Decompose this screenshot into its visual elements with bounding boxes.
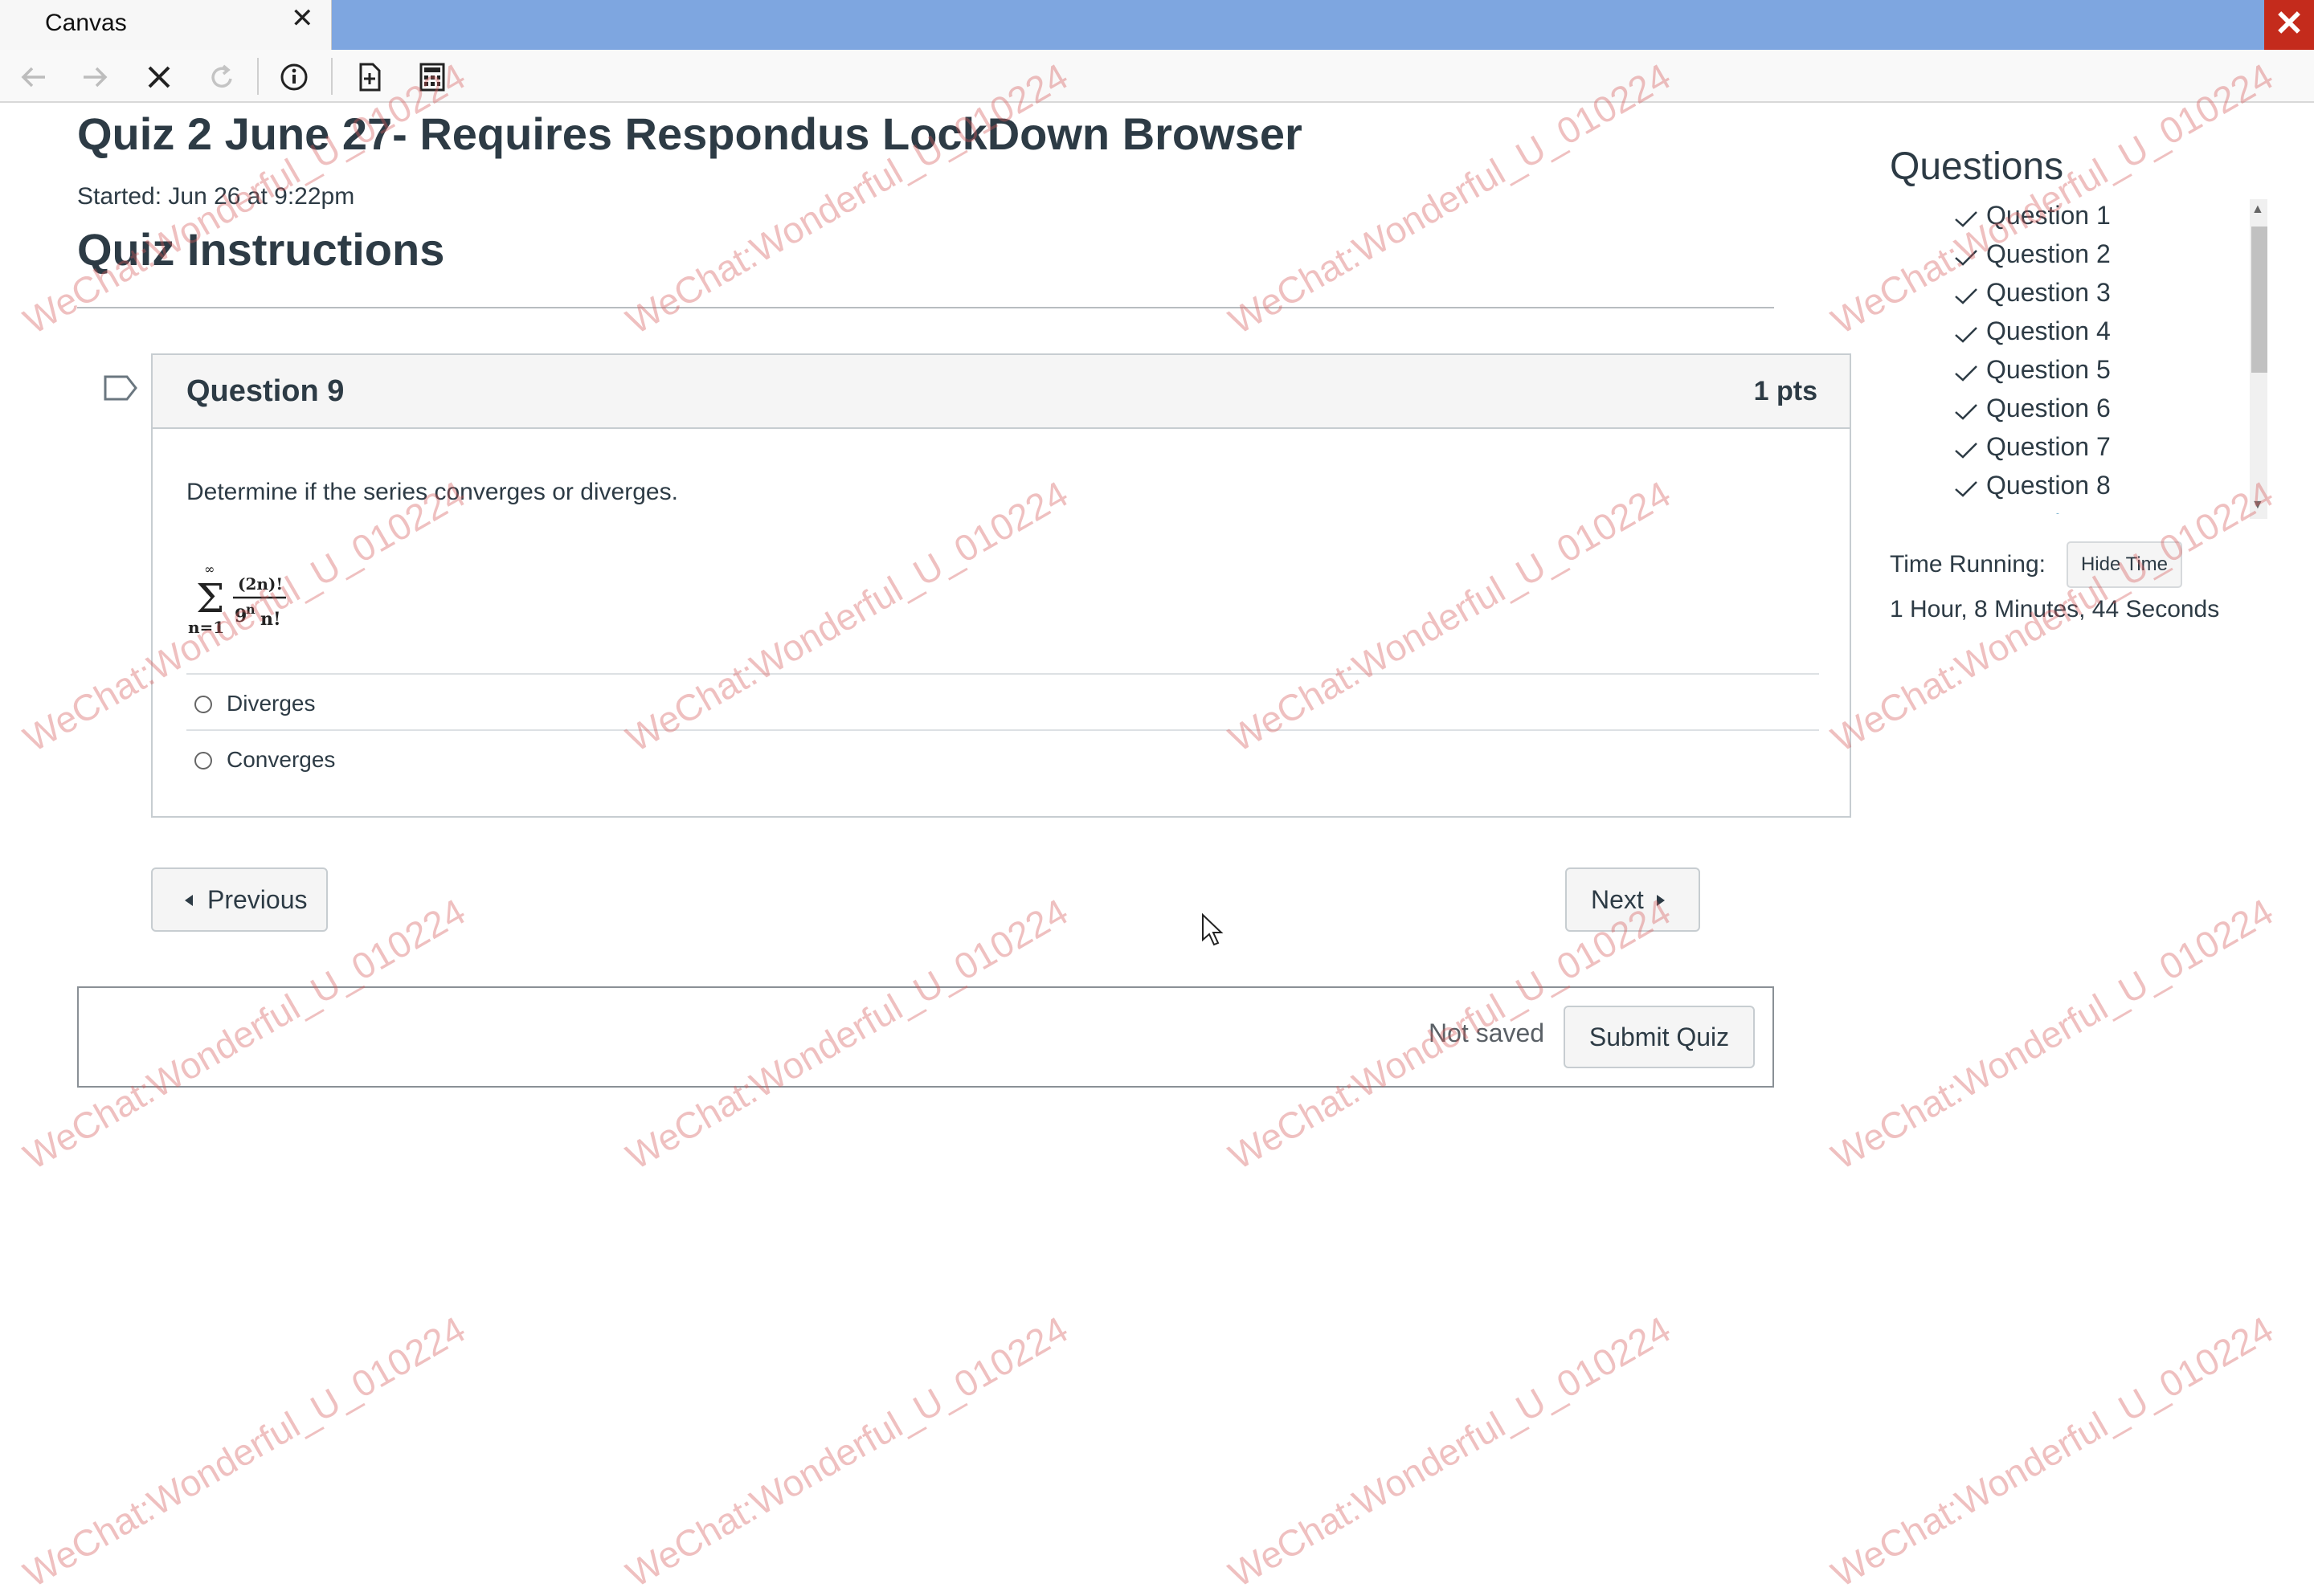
radio-button[interactable] xyxy=(194,752,212,769)
sidebar-question-label: Question 6 xyxy=(1986,394,2111,422)
stop-icon[interactable] xyxy=(141,59,177,95)
formula-denominator-rest: n! xyxy=(260,609,281,630)
flag-question-icon[interactable] xyxy=(103,374,138,406)
info-icon[interactable] xyxy=(276,59,312,95)
watermark-text: WeChat:Wonderful_U_010224 xyxy=(1221,1308,1678,1595)
sidebar-question-label: Question 8 xyxy=(1986,471,2111,500)
watermark-text: WeChat:Wonderful_U_010224 xyxy=(1824,890,2280,1178)
window-close-button[interactable]: ✕ xyxy=(2264,0,2314,50)
quiz-title: Quiz 2 June 27- Requires Respondus LockD… xyxy=(77,108,1302,159)
sidebar-question-label: Question 1 xyxy=(1986,201,2111,230)
question-text: Determine if the series converges or div… xyxy=(186,479,678,505)
next-label: Next xyxy=(1591,885,1644,914)
formula-numerator: (2n)! xyxy=(238,574,283,594)
heading-divider xyxy=(77,307,1774,308)
sidebar-question-link[interactable]: Question 5 xyxy=(1952,353,2242,392)
add-page-icon[interactable] xyxy=(352,59,387,95)
reload-icon[interactable] xyxy=(204,59,239,95)
toolbar-divider xyxy=(257,58,259,95)
question-card: Question 9 1 pts Determine if the series… xyxy=(151,353,1851,818)
formula-denominator-exponent: n xyxy=(246,602,256,617)
answer-label: Converges xyxy=(227,747,336,772)
sidebar-question-link[interactable]: Question 8 xyxy=(1952,469,2242,508)
sidebar-question-label: Question 7 xyxy=(1986,432,2111,461)
checkmark-icon xyxy=(1954,326,1978,344)
window-titlebar xyxy=(0,0,2314,50)
time-running-label: Time Running: xyxy=(1890,551,2046,578)
sidebar-question-label: Question 2 xyxy=(1986,239,2111,268)
sidebar-question-link[interactable]: Question 6 xyxy=(1952,392,2242,431)
forward-arrow-icon[interactable] xyxy=(77,59,112,95)
radio-button[interactable] xyxy=(194,696,212,713)
sidebar-question-link[interactable]: Question 9 xyxy=(1952,508,2242,514)
checkmark-icon xyxy=(1954,365,1978,382)
sidebar-question-link[interactable]: Question 1 xyxy=(1952,199,2242,238)
checkmark-icon xyxy=(1954,210,1978,228)
sidebar-question-link[interactable]: Question 2 xyxy=(1952,238,2242,276)
answer-option-converges[interactable]: Converges xyxy=(186,733,1819,787)
submit-bar: Not saved Submit Quiz xyxy=(77,986,1774,1088)
scroll-down-arrow-icon[interactable]: ▼ xyxy=(2251,498,2264,512)
back-arrow-icon[interactable] xyxy=(16,59,51,95)
sidebar-question-link[interactable]: Question 4 xyxy=(1952,315,2242,353)
sidebar-question-label: Question 5 xyxy=(1986,355,2111,384)
question-header: Question 9 1 pts xyxy=(153,355,1850,429)
quiz-instructions-heading: Quiz Instructions xyxy=(77,224,445,275)
browser-toolbar xyxy=(0,50,2314,103)
checkmark-icon xyxy=(1954,442,1978,459)
watermark-text: WeChat:Wonderful_U_010224 xyxy=(16,1308,472,1595)
tab-close-icon[interactable]: ✕ xyxy=(291,5,314,32)
tab-title: Canvas xyxy=(45,10,127,36)
calculator-icon[interactable] xyxy=(415,59,450,95)
checkmark-icon xyxy=(1954,249,1978,267)
browser-tab[interactable]: Canvas ✕ xyxy=(0,0,332,51)
questions-heading: Questions xyxy=(1890,145,2064,188)
question-name: Question 9 xyxy=(186,374,345,408)
save-status: Not saved xyxy=(1429,1018,1545,1047)
started-timestamp: Started: Jun 26 at 9:22pm xyxy=(77,183,355,210)
scrollbar-thumb[interactable] xyxy=(2251,227,2267,373)
watermark-text: WeChat:Wonderful_U_010224 xyxy=(619,1308,1075,1595)
sidebar-question-label: Question 9 xyxy=(1986,509,2111,514)
answer-option-diverges[interactable]: Diverges xyxy=(186,676,1819,731)
checkmark-icon xyxy=(1954,288,1978,305)
hide-time-button[interactable]: Hide Time xyxy=(2067,541,2182,588)
answer-label: Diverges xyxy=(227,691,316,716)
formula-sigma: Σ xyxy=(196,575,224,622)
submit-quiz-button[interactable]: Submit Quiz xyxy=(1564,1006,1755,1068)
formula-lower-limit: n=1 xyxy=(188,618,224,637)
sidebar-question-label: Question 3 xyxy=(1986,278,2111,307)
scroll-up-arrow-icon[interactable]: ▲ xyxy=(2251,202,2264,217)
time-running-value: 1 Hour, 8 Minutes, 44 Seconds xyxy=(1890,596,2220,622)
previous-label: Previous xyxy=(207,885,308,914)
question-list: Question 1 Question 2 Question 3 Question 4… xyxy=(1952,199,2250,514)
toolbar-divider xyxy=(331,58,333,95)
question-points: 1 pts xyxy=(1753,376,1817,406)
answer-divider xyxy=(186,729,1819,731)
caret-left-icon xyxy=(185,895,193,906)
sidebar-question-link[interactable]: Question 7 xyxy=(1952,431,2242,469)
sidebar-question-label: Question 4 xyxy=(1986,316,2111,345)
answer-divider xyxy=(186,673,1819,675)
series-formula-image: ∞ Σ n=1 (2n)! 9 n n! xyxy=(186,559,299,647)
previous-button[interactable]: Previous xyxy=(151,867,328,932)
caret-right-icon xyxy=(1656,895,1665,906)
watermark-text: WeChat:Wonderful_U_010224 xyxy=(1824,1308,2280,1595)
sidebar-question-link[interactable]: Question 3 xyxy=(1952,276,2242,315)
mouse-cursor-icon xyxy=(1200,912,1224,952)
next-button[interactable]: Next xyxy=(1565,867,1700,932)
checkmark-icon xyxy=(1954,403,1978,421)
checkmark-icon xyxy=(1954,480,1978,498)
